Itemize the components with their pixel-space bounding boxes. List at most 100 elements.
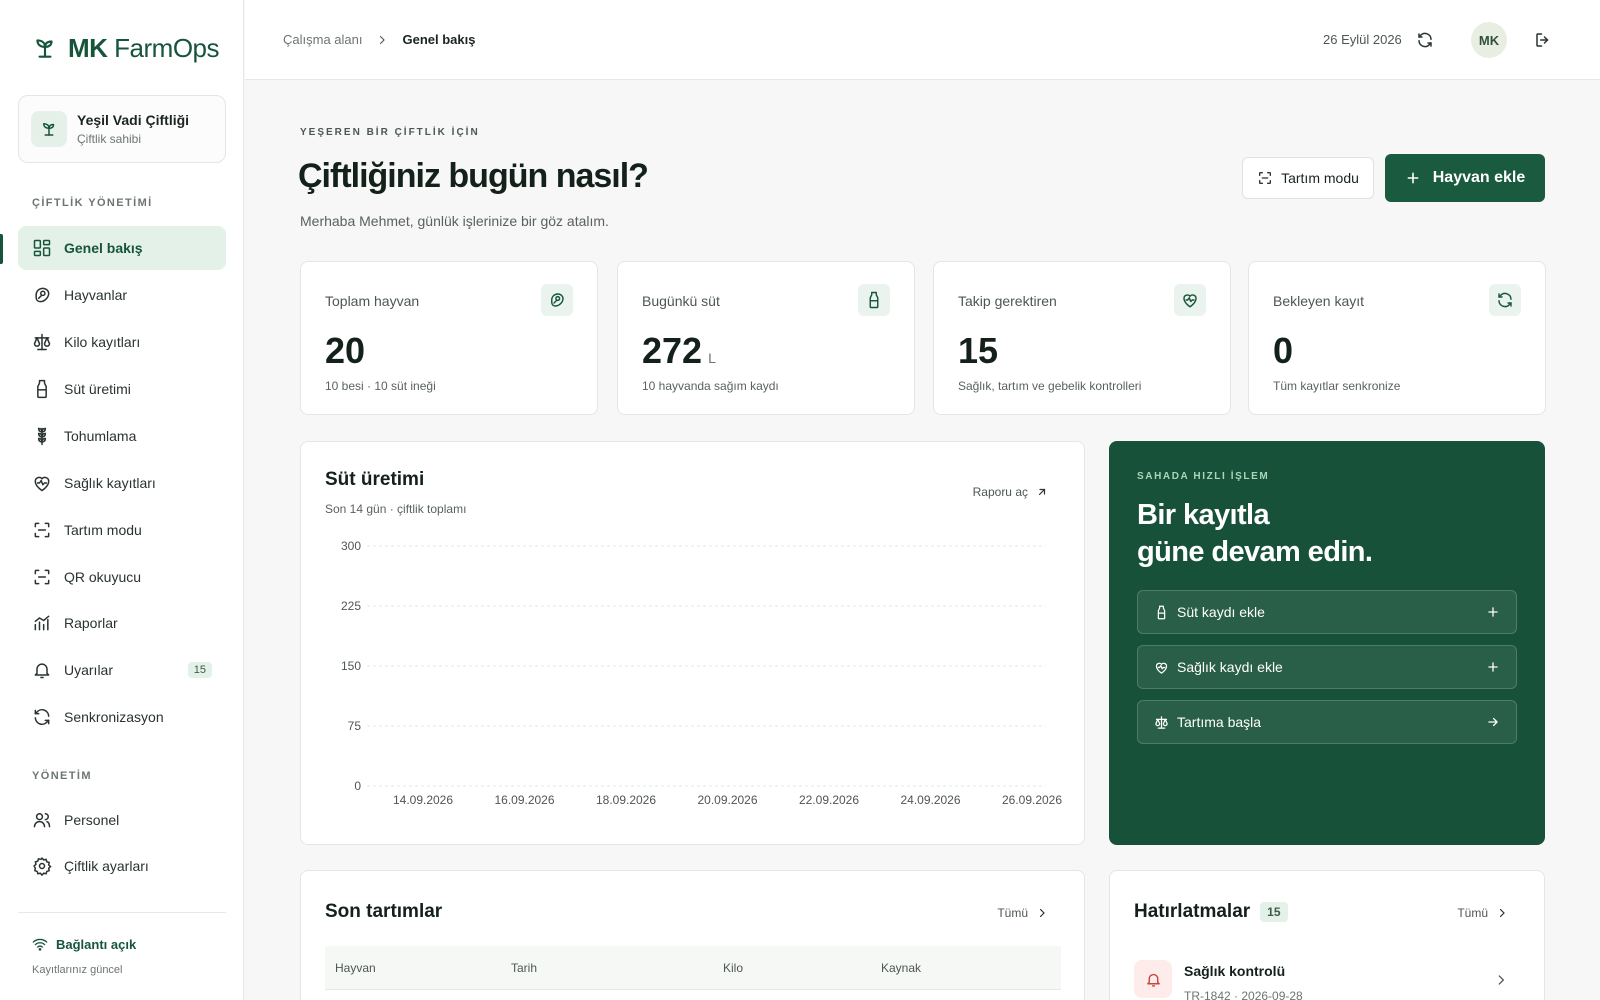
card-subtitle: Son 14 gün · çiftlik toplamı — [325, 502, 467, 516]
stat-foot: 10 hayvanda sağım kaydı — [642, 379, 779, 393]
sidebar-item-label: Uyarılar — [64, 662, 114, 678]
connection-sub: Kayıtlarınız güncel — [32, 964, 123, 976]
page-subtitle: Merhaba Mehmet, günlük işlerinize bir gö… — [300, 213, 609, 229]
sidebar-item-label: Senkronizasyon — [64, 709, 164, 725]
stat-value: 15 — [958, 330, 999, 371]
sidebar-item-health[interactable]: Sağlık kayıtları — [18, 461, 226, 505]
stat-card-follow-up[interactable]: Takip gerektiren 15 Sağlık, tartım ve ge… — [933, 261, 1231, 415]
wifi-icon — [32, 938, 48, 951]
y-tick-label: 300 — [341, 539, 361, 553]
add-milk-record-button[interactable]: Süt kaydı ekle — [1137, 590, 1517, 634]
connection-status: Bağlantı açık — [32, 936, 136, 952]
sidebar-item-milk[interactable]: Süt üretimi — [18, 367, 226, 411]
sidebar-item-sync[interactable]: Senkronizasyon — [18, 695, 226, 739]
stat-foot: 10 besi · 10 süt ineği — [325, 379, 436, 393]
reminder-title[interactable]: Sağlık kontrolü — [1184, 963, 1285, 979]
breadcrumb: Çalışma alanı Genel bakış — [283, 32, 475, 47]
stat-value: 272 L — [642, 330, 716, 371]
scale-icon — [33, 333, 51, 351]
reminders-count-badge: 15 — [1260, 902, 1288, 922]
plus-icon — [1488, 607, 1498, 617]
chevron-right-icon — [1499, 908, 1505, 918]
user-avatar[interactable]: MK — [1471, 22, 1507, 58]
sidebar-item-label: Kilo kayıtları — [64, 334, 141, 350]
bell-icon — [1134, 960, 1172, 998]
sidebar-item-reports[interactable]: Raporlar — [18, 601, 226, 645]
nav-section-admin: YÖNETİM — [32, 770, 92, 782]
dashboard-icon — [33, 239, 51, 257]
breadcrumb-root[interactable]: Çalışma alanı — [283, 32, 362, 47]
open-report-link[interactable]: Raporu aç — [973, 485, 1048, 499]
stat-label: Takip gerektiren — [958, 293, 1057, 309]
sidebar-item-weigh-mode[interactable]: Tartım modu — [18, 508, 226, 552]
sidebar-item-qr[interactable]: QR okuyucu — [18, 555, 226, 599]
scan-icon — [34, 522, 50, 538]
current-date: 26 Eylül 2026 — [1323, 32, 1402, 47]
sidebar-item-label: Tohumlama — [64, 428, 137, 444]
stat-card-milk-today[interactable]: Bugünkü süt 272 L 10 hayvanda sağım kaydı — [617, 261, 915, 415]
column-header[interactable]: Kilo — [723, 961, 743, 975]
sidebar-item-insemination[interactable]: Tohumlama — [18, 414, 226, 458]
x-tick-label: 22.09.2026 — [799, 793, 859, 807]
refresh-button[interactable] — [1413, 28, 1437, 52]
stat-value: 0 — [1273, 330, 1294, 371]
chevron-right-icon[interactable] — [1494, 973, 1508, 992]
sidebar-item-weights[interactable]: Kilo kayıtları — [18, 320, 226, 364]
farm-switcher[interactable]: Yeşil Vadi Çiftliği Çiftlik sahibi — [18, 95, 226, 163]
column-header[interactable]: Kaynak — [881, 961, 921, 975]
alerts-count-badge: 15 — [187, 662, 212, 678]
sidebar-item-staff[interactable]: Personel — [18, 798, 226, 842]
sidebar-item-animals[interactable]: Hayvanlar — [18, 273, 226, 317]
view-all-reminders-link[interactable]: Tümü — [1457, 906, 1508, 920]
y-tick-label: 225 — [341, 599, 361, 613]
card-title: Süt üretimi — [325, 469, 425, 490]
animal-icon — [541, 284, 573, 316]
page-title: Çiftliğiniz bugün nasıl? — [298, 157, 649, 195]
add-health-record-button[interactable]: Sağlık kaydı ekle — [1137, 645, 1517, 689]
stat-card-total-animals[interactable]: Toplam hayvan 20 10 besi · 10 süt ineği — [300, 261, 598, 415]
x-tick-label: 14.09.2026 — [393, 793, 453, 807]
view-all-weighings-link[interactable]: Tümü — [997, 906, 1048, 920]
farm-name: Yeşil Vadi Çiftliği — [77, 112, 190, 128]
sidebar: MK FarmOps Yeşil Vadi Çiftliği Çiftlik s… — [0, 0, 244, 1000]
wheat-icon — [37, 427, 47, 446]
recent-weighings-card: Son tartımlar Tümü Hayvan Tarih Kilo Kay… — [300, 870, 1085, 1000]
page-eyebrow: YEŞEREN BİR ÇİFTLİK İÇİN — [300, 127, 480, 138]
chevron-right-icon — [1039, 908, 1045, 918]
stat-card-pending[interactable]: Bekleyen kayıt 0 Tüm kayıtlar senkronize — [1248, 261, 1546, 415]
add-animal-button[interactable]: Hayvan ekle — [1385, 154, 1545, 202]
sidebar-item-overview[interactable]: Genel bakış — [18, 226, 226, 270]
sidebar-item-alerts[interactable]: Uyarılar 15 — [18, 648, 226, 692]
logout-icon — [1536, 33, 1549, 47]
stat-label: Bekleyen kayıt — [1273, 293, 1365, 309]
qr-scan-icon — [34, 569, 50, 585]
x-tick-label: 18.09.2026 — [596, 793, 656, 807]
plus-icon — [1407, 172, 1419, 184]
column-header[interactable]: Hayvan — [335, 961, 376, 975]
stat-label: Bugünkü süt — [642, 293, 720, 309]
users-icon — [33, 813, 51, 828]
sidebar-item-label: Süt üretimi — [64, 381, 131, 397]
chevron-right-icon — [380, 35, 386, 44]
sidebar-item-label: Çiftlik ayarları — [64, 858, 149, 874]
sidebar-item-label: Tartım modu — [64, 522, 142, 538]
x-tick-label: 16.09.2026 — [494, 793, 554, 807]
sprout-icon — [31, 111, 67, 147]
weigh-mode-button[interactable]: Tartım modu — [1242, 157, 1374, 199]
plus-icon — [1488, 662, 1498, 672]
animal-icon — [35, 287, 50, 303]
column-header[interactable]: Tarih — [511, 961, 537, 975]
divider — [18, 912, 226, 913]
sidebar-item-label: Sağlık kayıtları — [64, 475, 156, 491]
brand-logo[interactable]: MK FarmOps — [32, 32, 220, 64]
sidebar-item-label: Personel — [64, 812, 120, 828]
x-tick-label: 24.09.2026 — [900, 793, 960, 807]
milk-bottle-icon — [1157, 605, 1166, 619]
stat-label: Toplam hayvan — [325, 293, 420, 309]
bell-icon — [34, 663, 50, 679]
sidebar-item-settings[interactable]: Çiftlik ayarları — [18, 844, 226, 888]
logout-button[interactable] — [1531, 28, 1555, 52]
sync-icon — [1489, 284, 1521, 316]
start-weighing-button[interactable]: Tartıma başla — [1137, 700, 1517, 744]
x-tick-label: 26.09.2026 — [1002, 793, 1062, 807]
